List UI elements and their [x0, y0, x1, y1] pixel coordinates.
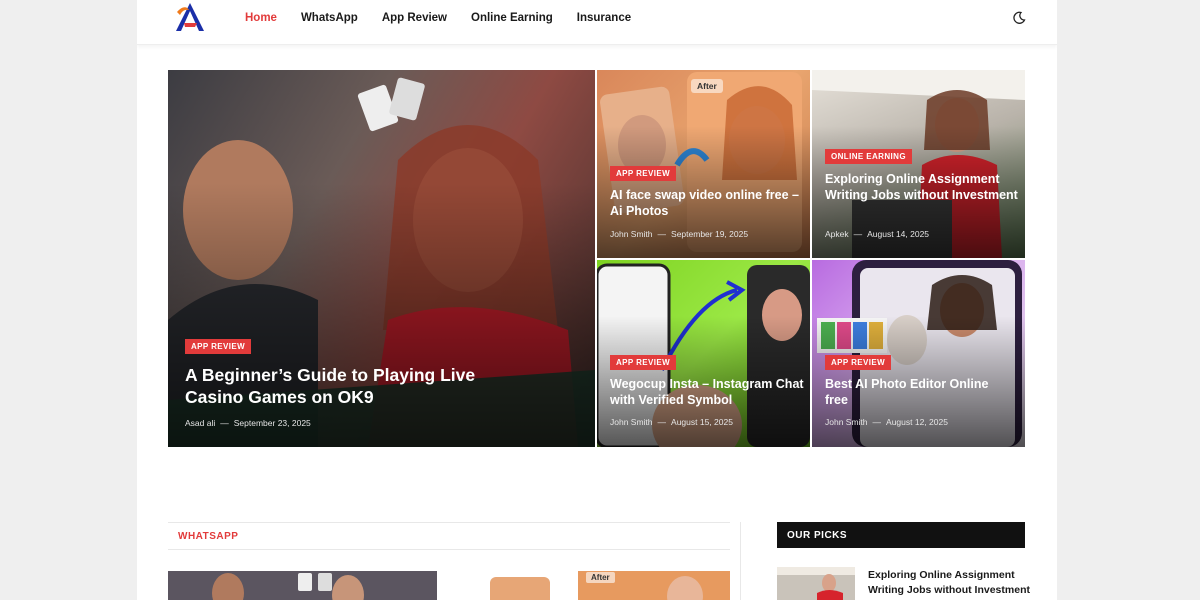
- meta-separator: —: [657, 229, 667, 239]
- post-meta: Apkek — August 14, 2025: [825, 229, 929, 239]
- page: Home WhatsApp App Review Online Earning …: [137, 0, 1057, 600]
- featured-title[interactable]: Wegocup Insta – Instagram Chat with Veri…: [610, 377, 805, 408]
- pick-thumb[interactable]: [777, 567, 855, 600]
- featured-card-main[interactable]: APP REVIEW A Beginner’s Guide to Playing…: [168, 70, 595, 447]
- meta-separator: —: [853, 229, 863, 239]
- featured-card-5[interactable]: APP REVIEW Best AI Photo Editor Online f…: [812, 260, 1025, 447]
- author-name[interactable]: Apkek: [825, 229, 849, 239]
- post-date: August 12, 2025: [886, 417, 948, 427]
- assignment-thumb-image: [777, 567, 855, 600]
- logo-a-icon[interactable]: [173, 2, 207, 32]
- nav-online-earning[interactable]: Online Earning: [471, 12, 553, 24]
- nav-app-review[interactable]: App Review: [382, 12, 447, 24]
- whatsapp-section-header: WHATSAPP: [168, 522, 730, 550]
- post-date: August 14, 2025: [867, 229, 930, 239]
- category-badge[interactable]: APP REVIEW: [610, 355, 677, 370]
- meta-separator: —: [657, 417, 667, 427]
- category-badge[interactable]: ONLINE EARNING: [825, 149, 912, 164]
- author-name[interactable]: John Smith: [610, 229, 653, 239]
- category-badge[interactable]: APP REVIEW: [610, 166, 677, 181]
- image-after-label: After: [691, 79, 723, 93]
- meta-separator: —: [872, 417, 882, 427]
- featured-title[interactable]: A Beginner’s Guide to Playing Live Casin…: [185, 365, 505, 409]
- column-divider: [740, 522, 741, 600]
- moon-icon[interactable]: [1012, 11, 1026, 25]
- post-date: September 19, 2025: [671, 229, 749, 239]
- featured-card-3[interactable]: ONLINE EARNING Exploring Online Assignme…: [812, 70, 1025, 258]
- featured-title[interactable]: AI face swap video online free – Ai Phot…: [610, 188, 805, 219]
- meta-separator: —: [220, 418, 229, 428]
- nav-insurance[interactable]: Insurance: [577, 12, 631, 24]
- author-name[interactable]: Asad ali: [185, 418, 215, 428]
- featured-grid: APP REVIEW A Beginner’s Guide to Playing…: [168, 70, 1025, 447]
- main-nav: Home WhatsApp App Review Online Earning …: [245, 0, 655, 36]
- post-date: August 15, 2025: [671, 417, 733, 427]
- post-meta: Asad ali — September 23, 2025: [185, 418, 311, 428]
- post-date: September 23, 2025: [233, 418, 311, 428]
- featured-title[interactable]: Exploring Online Assignment Writing Jobs…: [825, 172, 1020, 203]
- featured-card-4[interactable]: APP REVIEW Wegocup Insta – Instagram Cha…: [597, 260, 810, 447]
- featured-card-2[interactable]: After APP REVIEW AI face swap video onli…: [597, 70, 810, 258]
- nav-whatsapp[interactable]: WhatsApp: [301, 12, 358, 24]
- site-header: Home WhatsApp App Review Online Earning …: [137, 0, 1057, 45]
- section-title: OUR PICKS: [787, 530, 848, 541]
- category-badge[interactable]: APP REVIEW: [825, 355, 892, 370]
- our-picks-header: OUR PICKS: [777, 522, 1025, 548]
- pick-title[interactable]: Exploring Online Assignment Writing Jobs…: [868, 568, 1038, 597]
- featured-title[interactable]: Best AI Photo Editor Online free: [825, 377, 1010, 408]
- category-badge[interactable]: APP REVIEW: [185, 339, 252, 354]
- image-after-label: After: [586, 572, 615, 583]
- author-name[interactable]: John Smith: [825, 417, 868, 427]
- post-meta: John Smith — August 15, 2025: [610, 417, 733, 427]
- whatsapp-post-thumb-1[interactable]: [168, 571, 437, 600]
- section-title[interactable]: WHATSAPP: [178, 531, 238, 542]
- casino-thumb-image: [168, 571, 437, 600]
- post-meta: John Smith — August 12, 2025: [825, 417, 948, 427]
- post-meta: John Smith — September 19, 2025: [610, 229, 748, 239]
- whatsapp-post-thumb-2[interactable]: After: [470, 571, 730, 600]
- nav-home[interactable]: Home: [245, 12, 277, 24]
- author-name[interactable]: John Smith: [610, 417, 653, 427]
